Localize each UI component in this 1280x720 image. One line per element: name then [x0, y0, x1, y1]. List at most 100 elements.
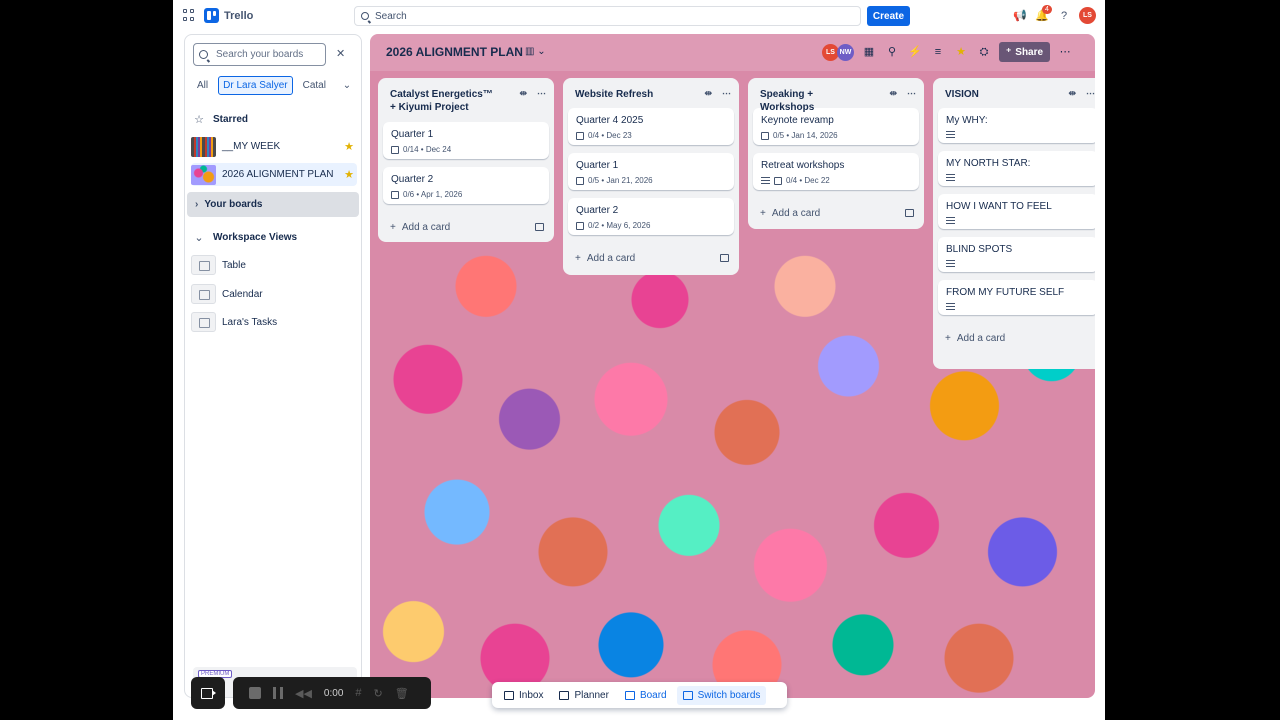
card[interactable]: BLIND SPOTS — [938, 237, 1095, 272]
star-icon[interactable]: ★ — [344, 168, 354, 181]
board-search-input[interactable]: Search your boards — [193, 43, 326, 66]
card[interactable]: Quarter 4 2025 0/4 • Dec 23 — [568, 108, 734, 145]
add-card-button[interactable]: + Add a card — [378, 212, 554, 242]
more-icon[interactable]: ⋯ — [1086, 88, 1095, 99]
chevron-down-icon[interactable]: ⌄ — [336, 77, 358, 94]
pin-icon[interactable]: ✕ — [336, 48, 348, 60]
collapse-icon[interactable]: ⇹ — [704, 88, 712, 99]
calendar-icon[interactable]: ▦ — [861, 44, 877, 60]
add-card-button[interactable]: + Add a card — [748, 198, 924, 228]
starred-section-header: ☆ Starred — [193, 113, 248, 126]
create-button[interactable]: Create — [867, 6, 910, 26]
view-item-laras-tasks[interactable]: Lara's Tasks — [191, 312, 277, 332]
plus-icon: + — [945, 332, 951, 344]
card[interactable]: Quarter 2 0/6 • Apr 1, 2026 — [383, 167, 549, 204]
more-icon[interactable]: ⋯ — [1057, 44, 1073, 60]
board-header-actions: LS NW ▦ ⚲ ⚡ ≡ ★ ⛭ ⁺ Share ⋯ — [822, 42, 1073, 62]
chevron-down-icon: ⌄ — [194, 232, 204, 244]
pause-icon[interactable] — [273, 687, 283, 699]
add-card-button[interactable]: + Add a card — [563, 243, 739, 273]
grid-icon[interactable]: # — [355, 687, 361, 699]
view-item-table[interactable]: Table — [191, 255, 246, 275]
card[interactable]: HOW I WANT TO FEEL — [938, 194, 1095, 229]
card-meta: 0/6 • Apr 1, 2026 — [403, 190, 463, 199]
megaphone-icon[interactable]: 📢 — [1013, 9, 1027, 23]
trello-logo[interactable]: Trello — [204, 7, 253, 24]
list-header[interactable]: VISION ⇹ ⋯ — [933, 78, 1095, 108]
notification-badge: 4 — [1042, 4, 1052, 14]
board-title[interactable]: 2026 ALIGNMENT PLAN — [386, 45, 523, 59]
nav-planner[interactable]: Planner — [553, 686, 614, 705]
automation-icon[interactable]: ⚡ — [907, 44, 923, 60]
add-card-button[interactable]: + Add a card — [933, 323, 1095, 353]
description-icon — [946, 174, 955, 181]
more-icon[interactable]: ⋯ — [907, 88, 916, 99]
global-search-input[interactable]: Search — [354, 6, 861, 26]
card-title: Quarter 4 2025 — [576, 115, 644, 126]
checklist-icon — [576, 221, 584, 230]
switch-boards-icon — [682, 690, 693, 700]
collapse-icon[interactable]: ⇹ — [889, 88, 897, 99]
card[interactable]: Quarter 2 0/2 • May 6, 2026 — [568, 198, 734, 235]
more-icon[interactable]: ⋯ — [537, 88, 546, 99]
nav-label: Planner — [574, 689, 609, 701]
board-search-placeholder: Search your boards — [216, 49, 304, 60]
card[interactable]: Quarter 1 0/14 • Dec 24 — [383, 122, 549, 159]
filter-all[interactable]: All — [193, 77, 212, 94]
board-header: 2026 ALIGNMENT PLAN ▥ ⌄ LS NW ▦ ⚲ ⚡ ≡ ★ … — [370, 34, 1095, 71]
card[interactable]: Quarter 1 0/5 • Jan 21, 2026 — [568, 153, 734, 190]
template-icon[interactable] — [720, 254, 729, 262]
sidebar-board-my-week[interactable]: __MY WEEK ★ — [191, 135, 357, 158]
user-avatar[interactable]: LS — [1079, 7, 1096, 24]
nav-board[interactable]: Board — [619, 686, 673, 705]
board-canvas: 2026 ALIGNMENT PLAN ▥ ⌄ LS NW ▦ ⚲ ⚡ ≡ ★ … — [370, 34, 1095, 698]
view-item-calendar[interactable]: Calendar — [191, 284, 263, 304]
trello-logo-icon — [204, 8, 219, 23]
template-icon[interactable] — [905, 209, 914, 217]
share-button[interactable]: ⁺ Share — [999, 42, 1051, 62]
card[interactable]: My WHY: — [938, 108, 1095, 143]
card-title: Quarter 1 — [391, 129, 434, 140]
restart-icon[interactable]: ↻ — [374, 687, 383, 700]
filter-dr-lara-salyer[interactable]: Dr Lara Salyer — [218, 76, 293, 95]
board-view-switcher[interactable]: ▥ ⌄ — [525, 46, 546, 57]
list-title: Speaking + Workshops — [760, 89, 815, 113]
template-icon[interactable] — [535, 223, 544, 231]
card[interactable]: FROM MY FUTURE SELF — [938, 280, 1095, 315]
more-icon[interactable]: ⋯ — [722, 88, 731, 99]
star-icon[interactable]: ★ — [953, 44, 969, 60]
filter-icon[interactable]: ≡ — [930, 44, 946, 60]
nav-inbox[interactable]: Inbox — [498, 686, 549, 705]
card[interactable]: MY NORTH STAR: — [938, 151, 1095, 186]
collapse-icon[interactable]: ⇹ — [519, 88, 527, 99]
member-avatar[interactable]: NW — [837, 43, 854, 61]
view-label: Lara's Tasks — [222, 316, 278, 328]
board-icon — [624, 690, 635, 700]
list-header[interactable]: Speaking + Workshops ⇹ ⋯ — [748, 78, 924, 113]
collapse-icon[interactable]: ⇹ — [1068, 88, 1076, 99]
card-meta: 0/14 • Dec 24 — [403, 145, 452, 154]
bell-icon[interactable]: 🔔 4 — [1035, 4, 1052, 23]
nav-switch-boards[interactable]: Switch boards — [676, 685, 767, 705]
workspace-views-header[interactable]: ⌄ Workspace Views — [193, 231, 297, 244]
card[interactable]: Retreat workshops 0/4 • Dec 22 — [753, 153, 919, 190]
sidebar-board-alignment-plan[interactable]: 2026 ALIGNMENT PLAN ★ — [191, 163, 357, 186]
app-switcher-icon[interactable] — [183, 9, 195, 21]
visibility-icon[interactable]: ⛭ — [976, 44, 992, 60]
stop-icon[interactable] — [249, 687, 261, 699]
star-icon[interactable]: ★ — [344, 140, 354, 153]
trash-icon[interactable]: 🗑 — [395, 687, 409, 700]
filter-catal[interactable]: Catal — [299, 77, 330, 94]
card-meta: 0/5 • Jan 21, 2026 — [588, 176, 653, 185]
list-header[interactable]: Catalyst Energetics™ + Kiyumi Project ⇹ ⋯ — [378, 78, 554, 122]
plus-icon: + — [760, 207, 766, 219]
add-card-label: Add a card — [956, 332, 1006, 344]
your-boards-toggle[interactable]: › Your boards — [187, 192, 359, 217]
recording-time: 0:00 — [323, 687, 344, 699]
camera-toggle-icon[interactable] — [191, 677, 225, 709]
list-header[interactable]: Website Refresh ⇹ ⋯ — [563, 78, 739, 108]
help-icon[interactable]: ? — [1057, 9, 1071, 23]
rewind-icon[interactable]: ◀◀ — [295, 687, 312, 700]
power-ups-icon[interactable]: ⚲ — [884, 44, 900, 60]
description-icon — [946, 217, 955, 224]
